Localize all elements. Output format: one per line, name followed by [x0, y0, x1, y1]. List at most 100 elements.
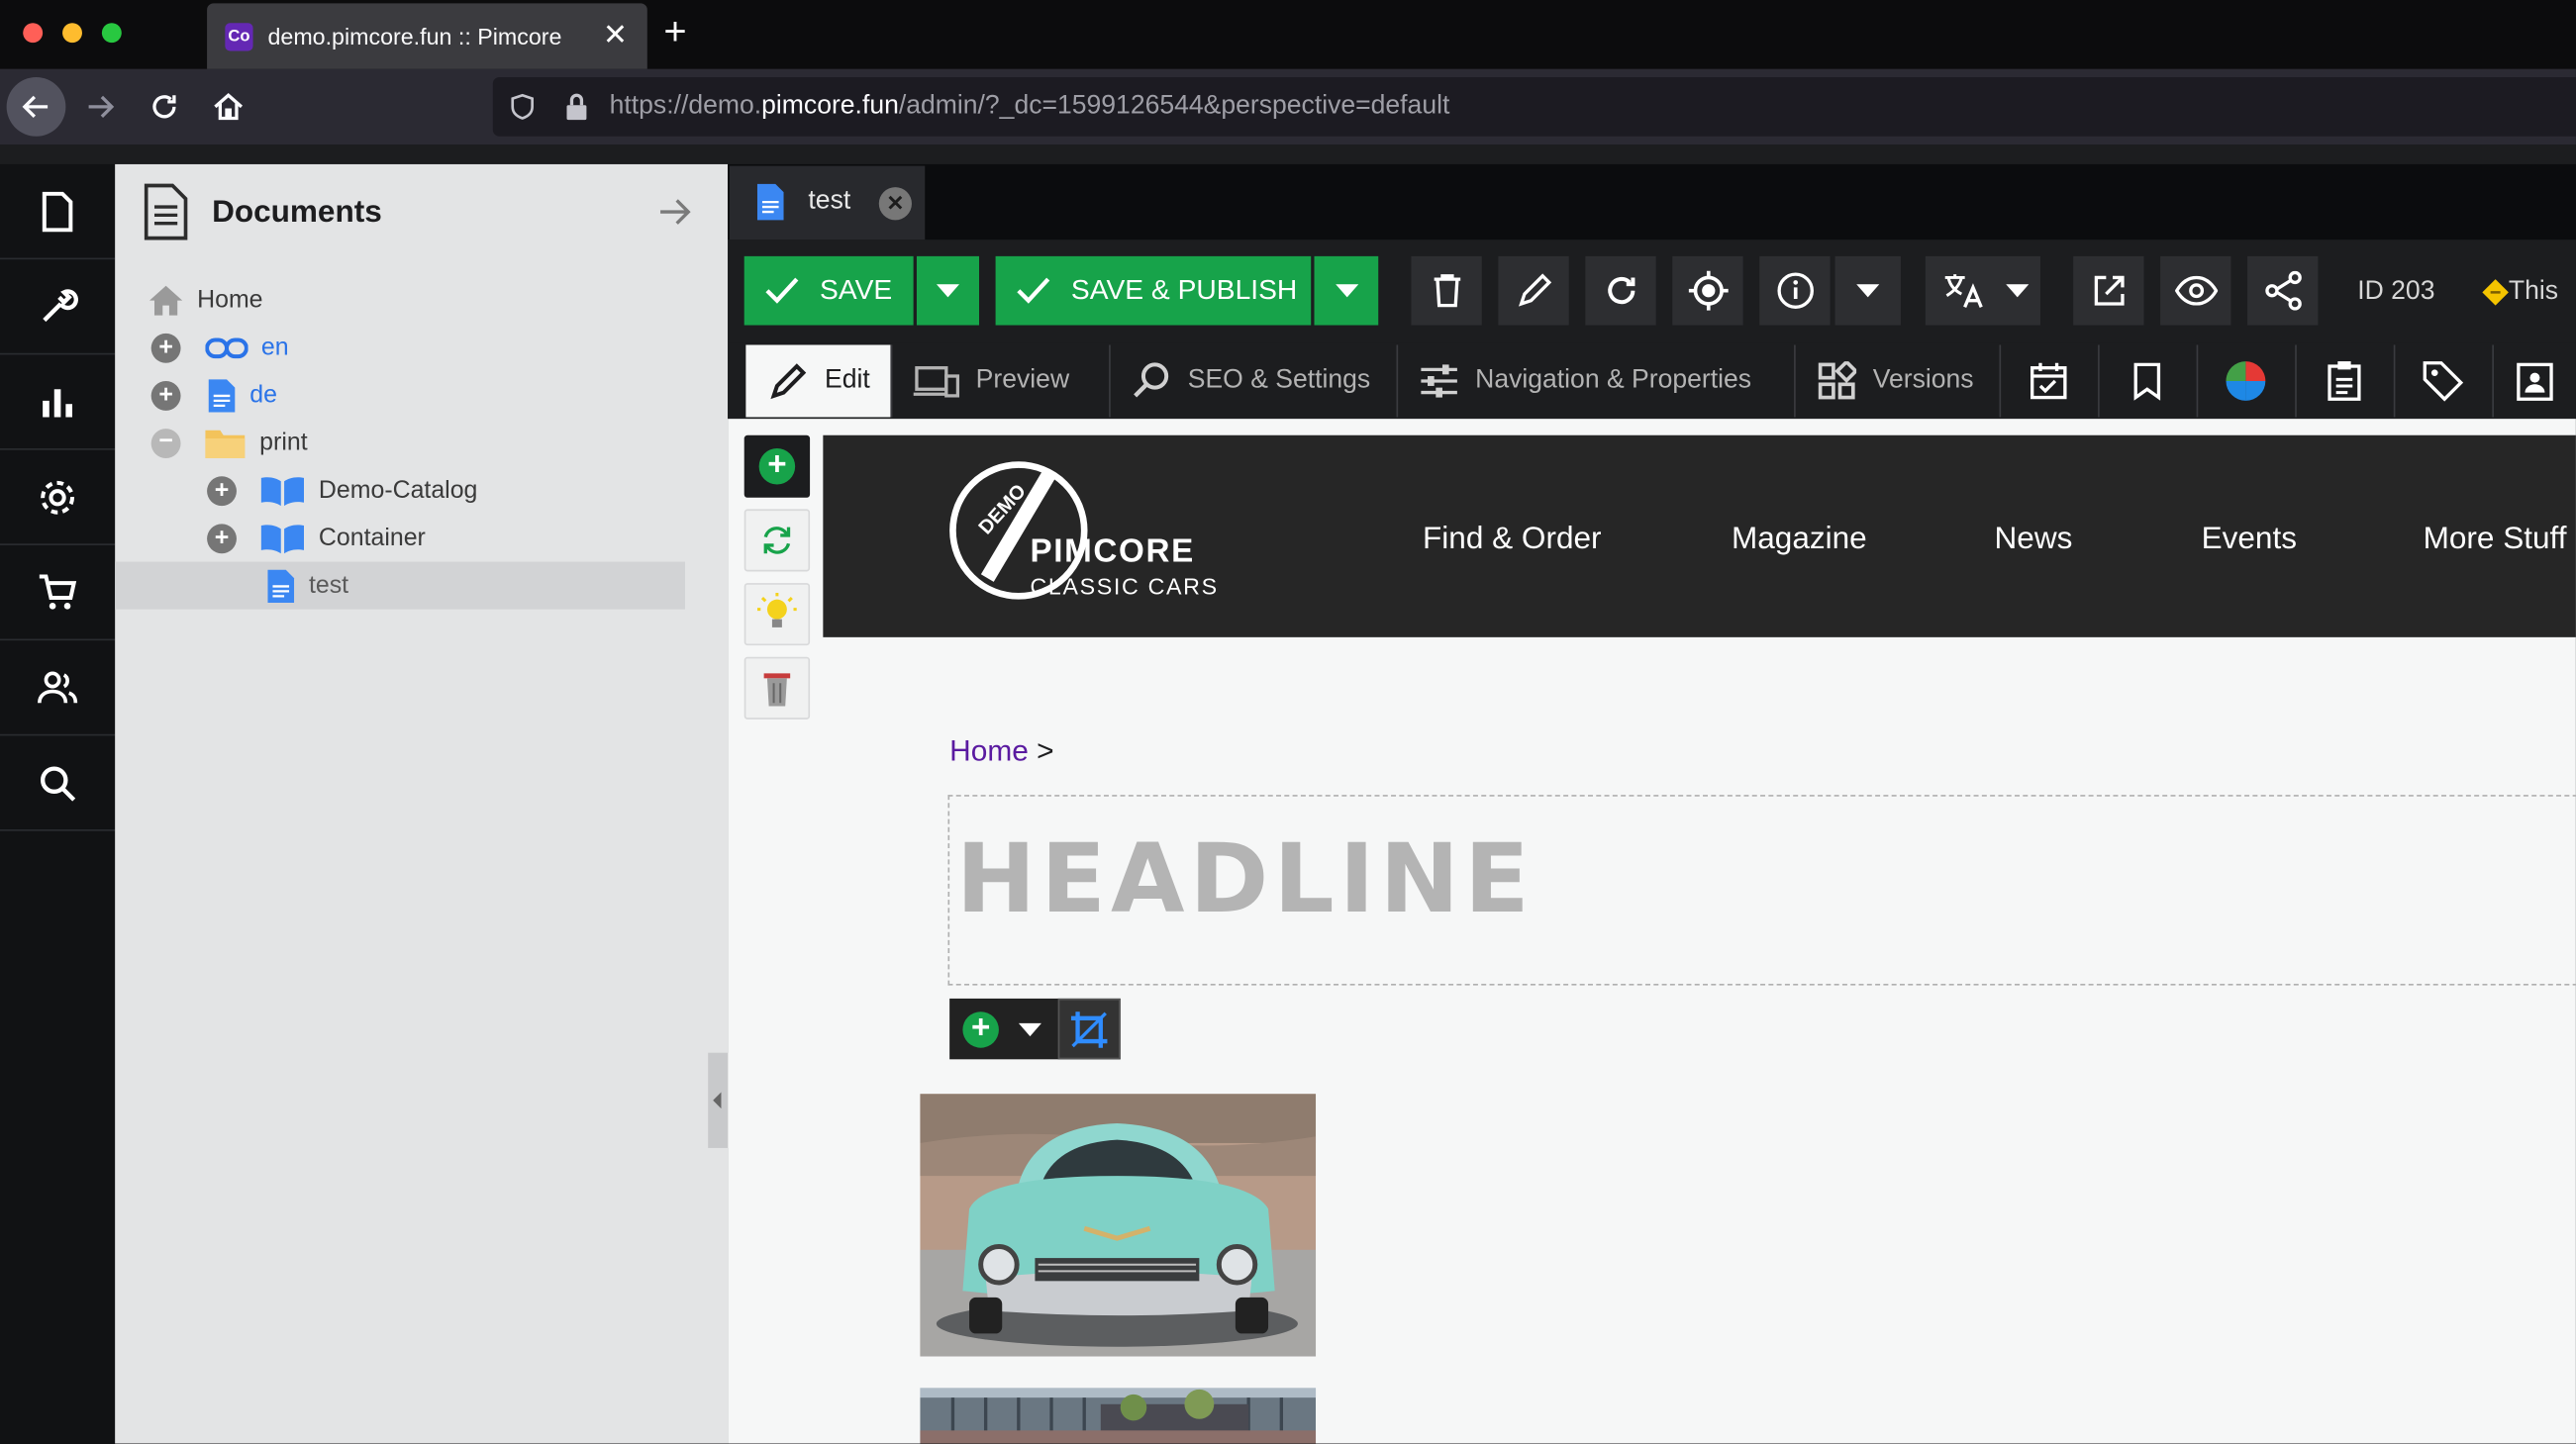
tab-tags[interactable]	[2394, 344, 2494, 418]
back-button[interactable]	[6, 76, 66, 137]
reload-button[interactable]	[148, 90, 180, 123]
rail-settings[interactable]	[0, 450, 116, 545]
sliders-icon	[1421, 364, 1457, 398]
tab-bookmark[interactable]	[2098, 344, 2199, 418]
add-block-button[interactable]: +	[962, 1011, 999, 1047]
nav-more-stuff[interactable]: More Stuff	[2424, 523, 2567, 559]
gear-icon	[41, 480, 75, 514]
home-icon	[149, 284, 183, 315]
browser-tab-title: demo.pimcore.fun :: Pimcore	[267, 23, 562, 49]
tab-versions[interactable]: Versions	[1794, 344, 2002, 418]
tab-label: Navigation & Properties	[1475, 366, 1752, 395]
close-tab-icon[interactable]: ✕	[878, 187, 912, 221]
headline-text[interactable]: HEADLINE	[956, 822, 1535, 934]
crop-icon	[1070, 1011, 1108, 1047]
tree-node-container[interactable]: + Container	[207, 514, 426, 561]
zoom-window-button[interactable]	[101, 23, 122, 44]
publish-options-dropdown[interactable]	[1314, 255, 1379, 326]
highlight-editables-button[interactable]	[743, 583, 811, 646]
catalog-book-icon	[260, 476, 304, 506]
info-button[interactable]	[1759, 255, 1831, 326]
wrench-icon	[43, 288, 78, 322]
rail-search[interactable]	[0, 735, 116, 831]
info-dropdown[interactable]	[1834, 255, 1901, 326]
shield-icon	[511, 93, 534, 120]
chevron-down-icon[interactable]	[1018, 1021, 1042, 1036]
document-toolbar: SAVE SAVE & PUBLISH ID 203 This	[728, 240, 2576, 343]
forward-button[interactable]	[84, 90, 117, 123]
chevron-down-icon	[936, 284, 960, 298]
tree-node-home[interactable]: Home	[148, 276, 263, 324]
close-tab-icon[interactable]: ✕	[603, 18, 628, 52]
tab-edit[interactable]: Edit	[745, 344, 893, 418]
breadcrumb-home-link[interactable]: Home	[949, 734, 1029, 767]
nav-magazine[interactable]: Magazine	[1732, 523, 1867, 559]
minimize-window-button[interactable]	[62, 23, 82, 44]
trash-drop-zone[interactable]	[743, 656, 811, 720]
tree-node-demo-catalog[interactable]: + Demo-Catalog	[207, 466, 477, 514]
pencil-icon	[770, 363, 807, 400]
editor-tab-test[interactable]: test ✕	[729, 165, 926, 241]
search-icon	[40, 765, 76, 801]
calendar-check-icon	[2031, 362, 2067, 400]
trash-icon	[1433, 274, 1460, 308]
tab-personalization[interactable]	[2197, 344, 2297, 418]
tree-node-label: Demo-Catalog	[318, 476, 478, 505]
rail-documents[interactable]	[0, 164, 116, 260]
new-tab-icon[interactable]: +	[663, 10, 686, 55]
preview-button[interactable]	[2160, 255, 2231, 326]
tab-notes[interactable]	[2295, 344, 2396, 418]
rail-reports[interactable]	[0, 354, 116, 450]
bar-chart-icon	[43, 388, 73, 417]
tree-node-print[interactable]: − print	[150, 419, 308, 466]
home-button[interactable]	[210, 89, 247, 126]
tab-preview[interactable]: Preview	[890, 344, 1111, 418]
headline-editable[interactable]: HEADLINE	[947, 795, 2576, 986]
trash-bin-icon	[763, 673, 791, 707]
rail-users[interactable]	[0, 640, 116, 736]
add-area-block-button[interactable]: +	[743, 434, 811, 498]
delete-button[interactable]	[1411, 255, 1482, 326]
rename-button[interactable]	[1498, 255, 1569, 326]
tab-schedule[interactable]	[1999, 344, 2100, 418]
reload-icon	[1607, 276, 1635, 305]
save-button[interactable]: SAVE	[743, 255, 914, 326]
expand-icon[interactable]: +	[150, 333, 181, 362]
address-bar[interactable]: https://demo.pimcore.fun/admin/?_dc=1599…	[492, 76, 2576, 137]
translation-button[interactable]	[1925, 255, 2040, 326]
rail-tools[interactable]	[0, 259, 116, 355]
tab-dependencies[interactable]	[2492, 344, 2576, 417]
expand-icon[interactable]: +	[150, 380, 181, 411]
nav-find-order[interactable]: Find & Order	[1423, 523, 1601, 559]
save-publish-button[interactable]: SAVE & PUBLISH	[995, 255, 1312, 326]
share-button[interactable]	[2247, 255, 2319, 326]
building-image[interactable]	[920, 1388, 1317, 1444]
contact-card-icon	[2516, 362, 2552, 401]
open-in-new-window-button[interactable]	[2073, 255, 2144, 326]
chevron-down-icon	[1335, 284, 1358, 298]
clipboard-icon	[2328, 361, 2361, 401]
car-image[interactable]	[920, 1094, 1317, 1357]
collapse-panel-arrow-icon[interactable]	[657, 197, 694, 227]
save-options-dropdown[interactable]	[916, 255, 980, 326]
tree-node-de[interactable]: + de	[150, 371, 277, 419]
reload-document-button[interactable]	[1585, 255, 1656, 326]
lightbulb-icon	[756, 593, 797, 627]
crop-button[interactable]	[1057, 998, 1121, 1060]
tab-navigation-properties[interactable]: Navigation & Properties	[1396, 344, 1796, 418]
page-icon	[756, 183, 784, 221]
collapse-icon[interactable]: −	[150, 427, 181, 458]
refresh-editable-button[interactable]	[743, 509, 811, 572]
rail-ecommerce[interactable]	[0, 545, 116, 641]
tree-node-test[interactable]: test	[115, 561, 685, 610]
expand-icon[interactable]: +	[207, 523, 237, 553]
nav-events[interactable]: Events	[2202, 523, 2297, 559]
nav-news[interactable]: News	[1995, 523, 2073, 559]
tree-node-en[interactable]: + en	[150, 324, 289, 371]
close-window-button[interactable]	[23, 23, 44, 44]
tab-seo-settings[interactable]: SEO & Settings	[1109, 344, 1399, 418]
browser-tab[interactable]: Co demo.pimcore.fun :: Pimcore ✕	[207, 3, 647, 69]
expand-icon[interactable]: +	[207, 475, 237, 506]
panel-splitter-handle[interactable]	[708, 1052, 729, 1148]
locate-in-tree-button[interactable]	[1672, 255, 1743, 326]
